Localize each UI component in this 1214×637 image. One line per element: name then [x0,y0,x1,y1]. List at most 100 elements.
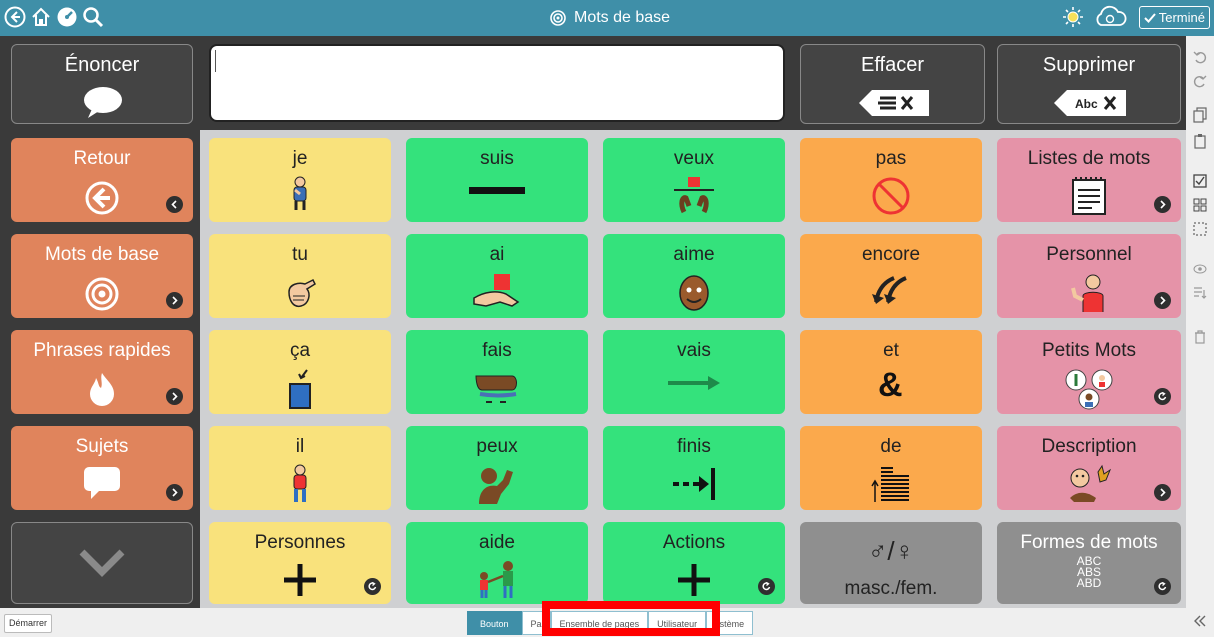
word-cell-pas[interactable]: pas [800,138,982,222]
word-cell-de[interactable]: de [800,426,982,510]
cell-label: fais [482,340,512,361]
sidebar-item-back[interactable]: Retour [11,138,193,222]
link-back-icon [758,578,775,595]
word-cell-vais[interactable]: vais [603,330,785,414]
word-cell-il[interactable]: il [209,426,391,510]
cell-label: suis [480,148,514,169]
speed-icon[interactable] [54,4,80,30]
plus-icon [284,564,316,596]
word-cell-aime[interactable]: aime [603,234,785,318]
message-window[interactable] [209,44,785,122]
page-title: Mots de base [574,9,671,26]
word-cell-et[interactable]: et & [800,330,982,414]
done-label: Terminé [1158,10,1205,25]
word-cell-actions[interactable]: Actions [603,522,785,604]
sidebar-item-core-words[interactable]: Mots de base [11,234,193,318]
copy-icon[interactable] [1191,106,1209,124]
delete-button[interactable]: Supprimer Abc [997,44,1181,124]
holding-object-icon [473,274,520,307]
word-cell-aide[interactable]: aide [406,522,588,604]
check-icon [1144,12,1156,23]
cell-label: Petits Mots [1042,340,1136,361]
undo-icon[interactable] [1191,48,1209,66]
clear-label: Effacer [861,54,924,76]
select-check-icon[interactable] [1191,172,1209,190]
notepad-icon [1072,177,1106,215]
cell-label: Formes de mots [1020,532,1158,553]
brightness-icon[interactable] [1060,4,1086,30]
cell-label: Listes de mots [1027,148,1151,169]
pointing-box-icon [289,369,311,409]
back-icon[interactable] [2,4,28,30]
done-button[interactable]: Terminé [1138,6,1210,29]
arrow-right-icon [668,376,720,390]
tab-system[interactable]: ystème [706,611,754,635]
tab-user[interactable]: Utilisateur [648,611,707,635]
word-cell-finis[interactable]: finis [603,426,785,510]
speak-button[interactable]: Énoncer [11,44,193,124]
word-cell-ca[interactable]: ça [209,330,391,414]
cell-label: tu [292,244,308,265]
cell-sublabel: masc./fem. [844,578,938,599]
cell-label: je [292,148,308,169]
select-area-icon[interactable] [1191,220,1209,238]
tab-button[interactable]: Bouton [467,611,522,635]
sidebar-item-quick-phrases[interactable]: Phrases rapides [11,330,193,414]
scroll-down-button[interactable] [11,522,193,604]
word-cell-je[interactable]: je [209,138,391,222]
tab-page[interactable]: Pa [521,611,551,635]
sync-cloud-icon[interactable] [1092,4,1128,30]
cell-label: aide [479,532,515,553]
grid-layout-icon[interactable] [1191,196,1209,214]
word-cell-suis[interactable]: suis [406,138,588,222]
collapse-panel-icon[interactable] [1191,612,1209,630]
person-pointing-self-icon [293,176,307,210]
want-hands-icon [674,177,714,214]
sort-icon[interactable] [1191,284,1209,302]
word-cell-peux[interactable]: peux [406,426,588,510]
speak-label: Énoncer [64,54,140,76]
word-cell-ai[interactable]: ai [406,234,588,318]
clear-button[interactable]: Effacer [800,44,985,124]
text-cursor [215,50,216,72]
from-lines-icon [871,467,909,502]
trash-icon[interactable] [1191,328,1209,346]
link-arrow-icon [166,388,183,405]
word-cell-small-words[interactable]: Petits Mots [997,330,1181,414]
cell-label: peux [476,436,518,457]
sidebar-item-topics[interactable]: Sujets [11,426,193,510]
word-cell-word-lists[interactable]: Listes de mots [997,138,1181,222]
word-cell-masc-fem[interactable]: ♂/♀ masc./fem. [800,522,982,604]
people-group-icon [1065,369,1113,410]
word-cell-tu[interactable]: tu [209,234,391,318]
link-arrow-icon [166,196,183,213]
cell-label: Personnel [1046,244,1132,265]
cell-label: Actions [662,532,726,553]
word-cell-fais[interactable]: fais [406,330,588,414]
search-icon[interactable] [80,4,106,30]
redo-icon[interactable] [1191,72,1209,90]
target-icon [550,10,566,26]
cell-label: il [295,436,305,457]
start-button[interactable]: Démarrer [4,614,53,633]
word-cell-veux[interactable]: veux [603,138,785,222]
cell-label: encore [861,244,921,265]
paste-icon[interactable] [1191,132,1209,150]
svg-text:&: & [878,366,903,400]
prohibited-icon [872,177,910,215]
word-cell-people[interactable]: Personnes [209,522,391,604]
word-cell-encore[interactable]: encore [800,234,982,318]
page-title-wrap: Mots de base [550,7,670,29]
visibility-icon[interactable] [1191,260,1209,278]
word-cell-personal[interactable]: Personnel [997,234,1181,318]
home-icon[interactable] [28,4,54,30]
sidebar-label: Phrases rapides [33,340,171,361]
cell-label: pas [875,148,907,169]
word-cell-description[interactable]: Description [997,426,1181,510]
speech-bubble-icon [84,87,122,118]
plus-icon [678,564,710,596]
word-cell-word-forms[interactable]: Formes de mots ABC ABS ABD [997,522,1181,604]
edit-toolbar [1186,36,1214,637]
sidebar-label: Sujets [75,436,129,457]
tab-page-set[interactable]: Ensemble de pages [550,611,649,635]
